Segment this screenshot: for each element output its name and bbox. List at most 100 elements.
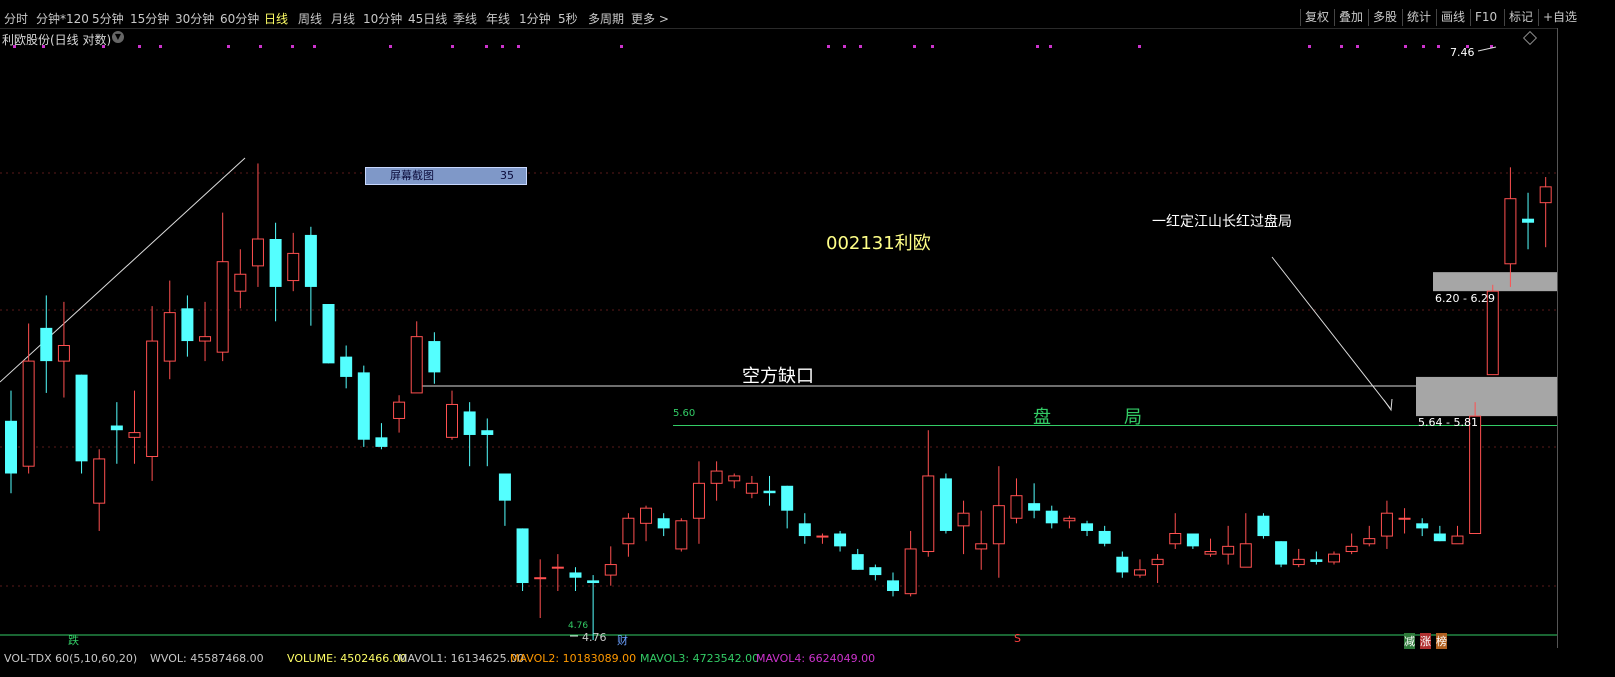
candle-body — [287, 252, 300, 282]
candle-body — [640, 507, 653, 524]
candle-body — [1222, 545, 1235, 555]
event-dot — [1356, 45, 1359, 48]
period-tab-fenshi[interactable]: 分时 — [4, 10, 28, 27]
candle-body — [322, 304, 335, 364]
marker-rise[interactable]: 涨 — [1420, 633, 1431, 649]
candle-body — [498, 473, 511, 501]
period-tab-45day[interactable]: 45日线 — [408, 10, 447, 27]
gap-zone-lower-label: 5.64 - 5.81 — [1418, 416, 1478, 429]
candle-body — [181, 308, 194, 342]
high-price-label: 7.46 — [1450, 46, 1475, 59]
add-watchlist-button[interactable]: +自选 — [1538, 9, 1581, 26]
multi-stock-button[interactable]: 多股 — [1368, 9, 1401, 26]
event-dot — [1138, 45, 1141, 48]
candle-body — [1081, 523, 1094, 531]
candle-body — [1504, 198, 1517, 265]
more-periods-menu[interactable]: 更多 > — [631, 10, 669, 27]
candle-body — [251, 238, 264, 267]
note-text: 一红定江山长红过盘局 — [1152, 214, 1292, 230]
period-tab-min120[interactable]: 分钟*120 — [36, 10, 89, 27]
candle-body — [93, 458, 106, 504]
candle-body — [481, 430, 494, 435]
gap-label: 空方缺口 — [742, 366, 814, 387]
event-dot — [389, 45, 392, 48]
wvol-value: WVOL: 45587468.00 — [150, 652, 264, 665]
candle-body — [622, 517, 635, 545]
candle-body — [798, 523, 811, 537]
candle-body — [1310, 559, 1323, 562]
event-dot — [859, 45, 862, 48]
gap-zone-upper-label: 6.20 - 6.29 — [1435, 292, 1495, 305]
candle-body — [110, 425, 123, 431]
period-tab-quarterly[interactable]: 季线 — [453, 10, 477, 27]
candle-body — [1345, 545, 1358, 553]
period-tab-yearly[interactable]: 年线 — [486, 10, 510, 27]
period-tab-multi[interactable]: 多周期 — [588, 10, 624, 27]
candle-body — [781, 485, 794, 511]
event-dot — [501, 45, 504, 48]
marker-s[interactable]: S — [1014, 632, 1021, 645]
candle-body — [869, 567, 882, 576]
candle-body — [1522, 218, 1535, 223]
period-tab-weekly[interactable]: 周线 — [298, 10, 322, 27]
event-dot — [1340, 45, 1343, 48]
candle-body — [816, 535, 829, 538]
period-tab-daily[interactable]: 日线 — [264, 10, 288, 27]
event-dot — [138, 45, 141, 48]
consolidation-label-left: 盘 — [1033, 407, 1051, 428]
event-dot — [485, 45, 488, 48]
event-dot — [843, 45, 846, 48]
candle-body — [604, 564, 617, 576]
vol-indicator-label[interactable]: VOL-TDX 60(5,10,60,20) — [4, 652, 137, 665]
marker-rank[interactable]: 榜 — [1436, 633, 1447, 649]
period-tab-5min[interactable]: 5分钟 — [92, 10, 124, 27]
candle-body — [1116, 556, 1129, 573]
candlestick-chart[interactable] — [0, 28, 1557, 648]
candle-body — [5, 420, 17, 474]
overlay-button[interactable]: 叠加 — [1334, 9, 1367, 26]
candle-body — [1451, 535, 1464, 545]
candle-body — [1539, 186, 1552, 204]
period-tab-30min[interactable]: 30分钟 — [175, 10, 214, 27]
screenshot-count: 35 — [500, 169, 514, 182]
candle-body — [375, 437, 388, 447]
candle-body — [75, 374, 88, 462]
candle-body — [834, 533, 847, 547]
mavol1-value: MAVOL1: 16134625.00 — [398, 652, 525, 665]
gap-zone-upper — [1433, 272, 1557, 292]
period-tab-10min[interactable]: 10分钟 — [363, 10, 402, 27]
period-tab-monthly[interactable]: 月线 — [331, 10, 355, 27]
screenshot-tooltip: 屏幕截图 35 — [365, 167, 527, 185]
period-tab-5sec[interactable]: 5秒 — [558, 10, 578, 27]
candle-body — [992, 505, 1005, 545]
period-tab-60min[interactable]: 60分钟 — [220, 10, 259, 27]
candle-body — [534, 577, 547, 580]
candle-body — [939, 478, 952, 531]
note-arrow-line — [1271, 256, 1391, 409]
marker-fall[interactable]: 跌 — [68, 632, 79, 648]
f10-button[interactable]: F10 — [1470, 9, 1501, 26]
candle-body — [463, 411, 476, 435]
event-dot — [1049, 45, 1052, 48]
low-price-small-label: 4.76 — [568, 621, 589, 631]
candle-body — [446, 403, 458, 438]
event-dot — [259, 45, 262, 48]
marker-finance[interactable]: 财 — [617, 632, 628, 648]
candle-body — [1151, 558, 1164, 566]
period-toolbar: 分时 分钟*120 5分钟 15分钟 30分钟 60分钟 日线 周线 月线 10… — [0, 8, 1615, 29]
statistics-button[interactable]: 统计 — [1402, 9, 1435, 26]
period-tab-1min[interactable]: 1分钟 — [519, 10, 551, 27]
volume-indicator-bar: VOL-TDX 60(5,10,60,20) WVOL: 45587468.00… — [0, 651, 1615, 677]
candle-body — [904, 548, 917, 595]
volume-value: VOLUME: 4502466.00 — [287, 652, 407, 665]
adjust-rights-button[interactable]: 复权 — [1300, 9, 1333, 26]
candle-body — [1469, 415, 1482, 535]
candle-body — [216, 261, 229, 353]
event-dot — [827, 45, 830, 48]
draw-line-button[interactable]: 画线 — [1436, 9, 1469, 26]
candle-body — [851, 554, 864, 570]
note-arrow-head — [1383, 398, 1393, 412]
period-tab-15min[interactable]: 15分钟 — [130, 10, 169, 27]
mark-button[interactable]: 标记 — [1504, 9, 1537, 26]
marker-reduce[interactable]: 减 — [1404, 633, 1415, 649]
